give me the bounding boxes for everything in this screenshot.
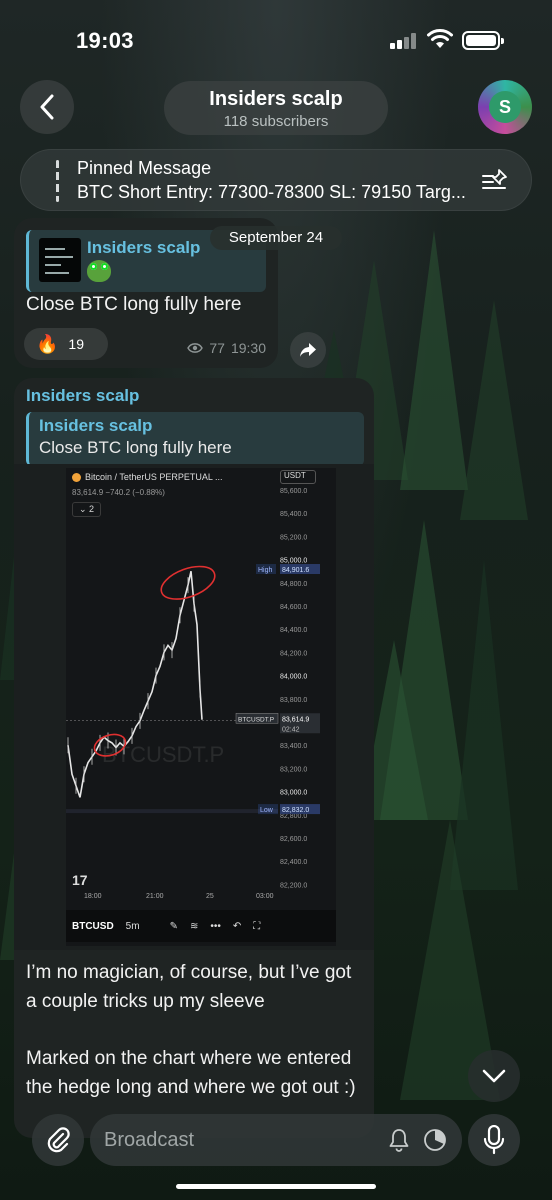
- reaction-count: 19: [68, 336, 84, 352]
- price-tick-label: 84,200.0: [280, 650, 307, 657]
- back-button[interactable]: [20, 80, 74, 134]
- reply-text: Close BTC long fully here: [39, 438, 232, 457]
- timer-icon[interactable]: [422, 1127, 448, 1153]
- paperclip-icon: [47, 1127, 70, 1153]
- low-band: [66, 809, 278, 814]
- eye-icon: [187, 343, 204, 353]
- bell-icon[interactable]: [386, 1127, 412, 1153]
- current-value: 83,614.9: [282, 716, 309, 723]
- time-tick-label: 03:00: [256, 893, 274, 900]
- pinned-message-bar[interactable]: Pinned Message BTC Short Entry: 77300-78…: [20, 149, 532, 211]
- time-tick-label: 18:00: [84, 893, 102, 900]
- price-tick-label: 83,400.0: [280, 743, 307, 750]
- toolbar-more: •••: [210, 920, 221, 932]
- price-tick-label: 84,400.0: [280, 627, 307, 634]
- channel-header[interactable]: Insiders scalp 118 subscribers: [164, 81, 388, 135]
- microphone-icon: [483, 1125, 505, 1155]
- countdown: 02:42: [282, 726, 300, 733]
- forward-button[interactable]: [290, 332, 326, 368]
- price-tick-label: 84,000.0: [280, 674, 307, 681]
- chart-screenshot: 85,600.0 85,400.0 85,200.0 85,000.0 84,800.0…: [66, 468, 336, 946]
- channel-avatar[interactable]: S: [478, 80, 532, 134]
- low-value: 82,832.0: [282, 807, 309, 814]
- pen-icon: ✎: [169, 920, 178, 932]
- avatar-letter: S: [489, 91, 521, 123]
- battery-icon: [462, 31, 504, 50]
- high-value: 84,901.6: [282, 567, 309, 574]
- message-sender: Insiders scalp: [26, 386, 140, 405]
- share-arrow-icon: [300, 343, 316, 357]
- chart-watermark: BTCUSDT.P: [102, 742, 224, 767]
- message-paragraph: Marked on the chart where we entered the…: [26, 1048, 356, 1098]
- price-chart: 85,600.0 85,400.0 85,200.0 85,000.0 84,800.0…: [66, 488, 320, 900]
- pin-list-icon[interactable]: [481, 168, 509, 194]
- lines-icon: ≋: [189, 920, 199, 932]
- indicators-count: 2: [89, 504, 95, 514]
- pinned-text: BTC Short Entry: 77300-78300 SL: 79150 T…: [77, 182, 466, 202]
- chevron-left-icon: [40, 94, 54, 120]
- date-separator: September 24: [210, 226, 342, 250]
- current-symbol: BTCUSDT.P: [238, 716, 274, 723]
- time-tick-label: 21:00: [146, 893, 164, 900]
- home-indicator: [176, 1184, 376, 1189]
- pinned-label: Pinned Message: [77, 158, 212, 178]
- message-time: 19:30: [230, 340, 266, 356]
- price-tick-label: 84,600.0: [280, 604, 307, 611]
- price-tick-label: 84,800.0: [280, 581, 307, 588]
- wifi-icon: [427, 29, 453, 48]
- scroll-down-button[interactable]: [468, 1050, 520, 1102]
- undo-icon: ↶: [232, 920, 242, 932]
- chart-image[interactable]: 85,600.0 85,400.0 85,200.0 85,000.0 84,800.0…: [14, 464, 374, 950]
- reaction-chip[interactable]: 🔥 19: [24, 328, 108, 360]
- fire-emoji-icon: 🔥: [36, 333, 59, 354]
- price-tick-label: 83,200.0: [280, 766, 307, 773]
- tradingview-logo: 17: [72, 872, 88, 888]
- reply-thumbnail: [39, 238, 81, 282]
- price-tick-label: 83,000.0: [280, 790, 307, 797]
- price-tick-label: 85,400.0: [280, 511, 307, 518]
- chart-symbol: Bitcoin / TetherUS PERPETUAL ...: [85, 472, 223, 482]
- message-meta: 77 19:30: [187, 340, 266, 356]
- reply-sender: Insiders scalp: [87, 238, 201, 257]
- subscriber-count: 118 subscribers: [223, 113, 329, 130]
- bitcoin-icon: [72, 472, 81, 482]
- attach-button[interactable]: [32, 1114, 84, 1166]
- chart-toolbar: BTCUSD 5m ✎ ≋ ••• ↶ ⛶: [66, 910, 336, 942]
- view-count: 77: [209, 340, 225, 356]
- currency-label: USDT: [280, 470, 316, 484]
- message-paragraph: I’m no magician, of course, but I’ve got…: [26, 962, 352, 1012]
- chart-quote: 83,614.9 −740.2 (−0.88%): [72, 488, 165, 497]
- price-tick-label: 82,600.0: [280, 836, 307, 843]
- message-body: I’m no magician, of course, but I’ve got…: [26, 958, 366, 1102]
- price-tick-label: 82,200.0: [280, 882, 307, 889]
- broadcast-input[interactable]: [104, 1126, 374, 1154]
- frog-emoji-icon: [87, 260, 111, 282]
- message-text: Close BTC long fully here: [26, 294, 242, 315]
- message-input-bar[interactable]: [90, 1114, 462, 1166]
- cellular-signal-icon: [390, 33, 418, 49]
- status-time: 19:03: [76, 28, 134, 53]
- price-tick-label: 85,600.0: [280, 488, 307, 495]
- chevron-down-icon: [482, 1069, 506, 1083]
- price-tick-label: 83,800.0: [280, 697, 307, 704]
- status-bar: 19:03: [0, 0, 552, 80]
- indicators-toggle: ⌄ 2: [72, 502, 102, 517]
- high-label: High: [258, 567, 273, 574]
- message-bubble[interactable]: Insiders scalp Insiders scalp Close BTC …: [14, 378, 374, 1138]
- price-tick-label: 85,200.0: [280, 534, 307, 541]
- toolbar-interval: 5m: [125, 920, 140, 932]
- microphone-button[interactable]: [468, 1114, 520, 1166]
- channel-title: Insiders scalp: [209, 88, 343, 110]
- pinned-indicator: [56, 160, 59, 202]
- toolbar-symbol: BTCUSD: [72, 920, 114, 932]
- price-tick-label: 85,000.0: [280, 558, 307, 565]
- fullscreen-icon: ⛶: [253, 920, 261, 932]
- reply-preview[interactable]: Insiders scalp Close BTC long fully here: [26, 412, 364, 466]
- time-tick-label: 25: [206, 893, 214, 900]
- price-tick-label: 82,400.0: [280, 859, 307, 866]
- reply-sender: Insiders scalp: [39, 416, 153, 435]
